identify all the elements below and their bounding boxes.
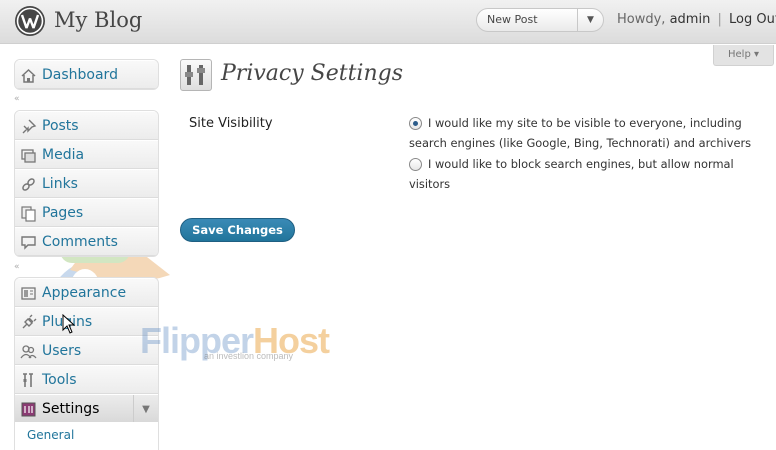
appearance-icon bbox=[21, 287, 36, 300]
menu-item-label: Comments bbox=[42, 234, 118, 250]
wp-admin-screen: My Blog New Post ▼ Howdy, admin | Log Ou… bbox=[0, 0, 776, 450]
mouse-cursor-icon bbox=[62, 314, 76, 334]
menu-item-label: Pages bbox=[42, 205, 84, 221]
users-icon bbox=[20, 345, 37, 359]
menu-item-plugins[interactable]: Plugins bbox=[15, 307, 158, 336]
chevron-down-icon[interactable]: ▼ bbox=[133, 395, 158, 423]
favorite-actions-dropdown[interactable]: New Post ▼ bbox=[476, 8, 604, 32]
tools-settings-icon bbox=[180, 59, 212, 91]
menu-group-content: Posts Media Links Pages Comments bbox=[14, 110, 159, 257]
submenu-item-label: General bbox=[27, 428, 75, 442]
menu-item-posts[interactable]: Posts bbox=[15, 111, 158, 140]
chevron-down-icon[interactable]: ▼ bbox=[577, 9, 603, 31]
site-title[interactable]: My Blog bbox=[54, 8, 142, 32]
menu-item-media[interactable]: Media bbox=[15, 140, 158, 169]
menu-item-label: Dashboard bbox=[42, 67, 118, 83]
watermark-tagline: an investlion company bbox=[204, 351, 294, 361]
admin-header: My Blog New Post ▼ Howdy, admin | Log Ou… bbox=[0, 0, 776, 44]
menu-item-label: Tools bbox=[42, 372, 77, 388]
media-icon bbox=[21, 149, 36, 163]
username-link[interactable]: admin bbox=[670, 12, 711, 27]
menu-item-tools[interactable]: Tools bbox=[15, 365, 158, 394]
menu-item-links[interactable]: Links bbox=[15, 169, 158, 198]
menu-item-users[interactable]: Users bbox=[15, 336, 158, 365]
help-tab-button[interactable]: Help ▾ bbox=[713, 45, 774, 66]
radio-block-search-engines[interactable] bbox=[409, 158, 422, 171]
menu-item-comments[interactable]: Comments bbox=[15, 227, 158, 256]
collapse-menu-arrow[interactable]: « bbox=[14, 94, 159, 104]
menu-item-label: Appearance bbox=[42, 285, 127, 301]
site-visibility-label: Site Visibility bbox=[189, 116, 273, 131]
option-block-line2: visitors bbox=[409, 177, 451, 191]
save-changes-button[interactable]: Save Changes bbox=[180, 218, 295, 242]
user-info: Howdy, admin | Log Out bbox=[617, 12, 776, 27]
menu-item-label: Settings bbox=[42, 401, 100, 417]
logout-link[interactable]: Log Out bbox=[729, 12, 776, 27]
pages-icon bbox=[21, 206, 36, 222]
menu-item-label: Posts bbox=[42, 118, 79, 134]
menu-item-dashboard[interactable]: Dashboard bbox=[15, 60, 158, 89]
menu-item-pages[interactable]: Pages bbox=[15, 198, 158, 227]
collapse-menu-arrow[interactable]: « bbox=[14, 262, 159, 272]
radio-visible-to-everyone[interactable] bbox=[409, 117, 422, 130]
submenu-item-general[interactable]: General bbox=[14, 422, 159, 450]
menu-group-dashboard: Dashboard bbox=[14, 59, 159, 90]
howdy-text: Howdy, bbox=[617, 12, 666, 27]
new-post-button[interactable]: New Post bbox=[487, 13, 538, 26]
plugins-icon bbox=[22, 314, 37, 329]
pushpin-icon bbox=[22, 119, 37, 134]
option-visible-line1: I would like my site to be visible to ev… bbox=[428, 116, 742, 130]
menu-group-admin: Appearance Plugins Users Tools bbox=[14, 277, 159, 424]
option-visible-line2: search engines (like Google, Bing, Techn… bbox=[409, 136, 752, 150]
home-icon bbox=[21, 68, 36, 83]
menu-item-label: Media bbox=[42, 147, 85, 163]
menu-item-appearance[interactable]: Appearance bbox=[15, 278, 158, 307]
menu-item-label: Users bbox=[42, 343, 82, 359]
page-title: Privacy Settings bbox=[221, 61, 403, 86]
menu-item-settings[interactable]: Settings ▼ bbox=[15, 394, 158, 423]
tools-icon bbox=[23, 373, 33, 387]
menu-item-label: Links bbox=[42, 176, 78, 192]
link-icon bbox=[22, 178, 35, 191]
separator: | bbox=[717, 12, 722, 27]
comments-icon bbox=[21, 236, 36, 250]
wordpress-logo-icon[interactable] bbox=[14, 5, 46, 37]
settings-icon bbox=[21, 402, 36, 417]
option-block-line1: I would like to block search engines, bu… bbox=[428, 157, 734, 171]
